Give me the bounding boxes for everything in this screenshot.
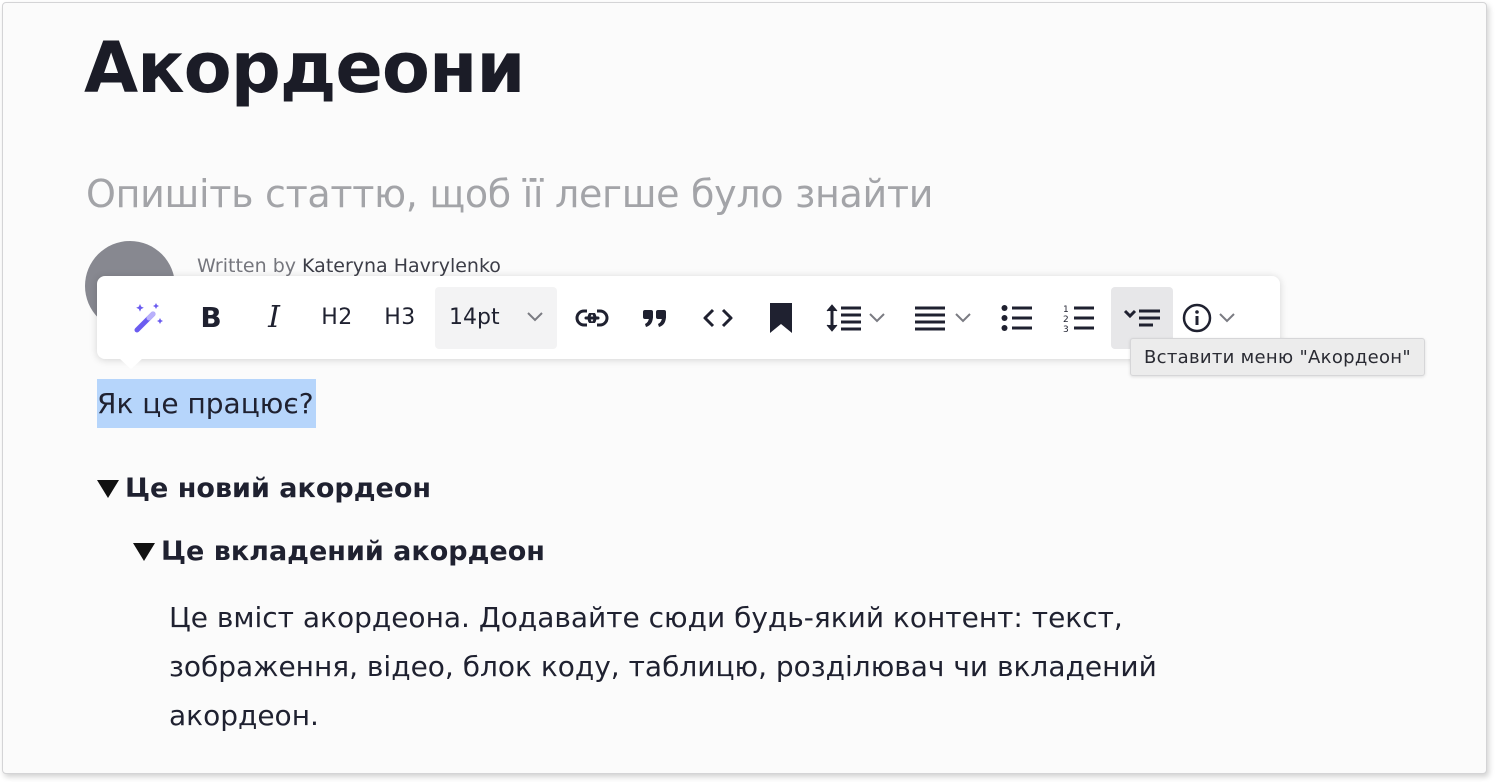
svg-text:2: 2 [1063,315,1069,325]
numbered-list-icon: 1 2 3 [1063,303,1095,333]
selected-paragraph[interactable]: Як це працює? [97,379,316,428]
accordion-summary-text: Це новий акордеон [125,473,432,504]
chevron-down-icon [1218,312,1236,324]
article-description-input[interactable]: Опишіть статтю, щоб її легше було знайти [86,169,933,219]
numbered-list-button[interactable]: 1 2 3 [1047,287,1111,349]
line-height-icon [826,303,862,333]
triangle-down-icon [97,479,119,498]
bold-button[interactable]: B [179,287,243,349]
magic-wand-icon [130,300,166,336]
editor-window: Акордеони Опишіть статтю, щоб її легше б… [2,2,1487,774]
font-size-value: 14pt [449,305,500,330]
bookmark-icon [769,302,793,334]
article-title[interactable]: Акордеони [84,25,525,111]
author-name: Kateryna Havrylenko [302,255,501,277]
accordion-tooltip: Вставити меню "Акордеон" [1130,338,1425,376]
code-button[interactable] [687,287,749,349]
link-icon [575,308,609,328]
nested-accordion-summary[interactable]: Це вкладений акордеон [133,536,545,567]
line-height-dropdown[interactable] [813,287,899,349]
nested-accordion-body[interactable]: Це вміст акордеона. Додавайте сюди будь-… [169,593,1289,740]
bold-icon: B [200,301,222,334]
align-icon [914,305,946,331]
link-button[interactable] [561,287,623,349]
formatting-toolbar: B I H2 H3 14pt 1 2 3 [97,276,1280,369]
italic-button[interactable]: I [243,287,305,349]
svg-text:1: 1 [1063,305,1069,315]
chevron-down-icon [954,312,972,324]
quote-button[interactable] [623,287,687,349]
written-by-label: Written by [197,255,296,277]
accordion-icon [1123,306,1161,330]
font-size-select[interactable]: 14pt [435,286,557,349]
align-dropdown[interactable] [899,287,987,349]
italic-icon: I [268,300,280,335]
quote-icon [641,307,669,329]
info-icon [1182,303,1212,333]
heading-2-button[interactable]: H2 [305,287,369,349]
bookmark-button[interactable] [749,287,813,349]
code-icon [702,307,734,329]
triangle-down-icon [133,542,155,561]
chevron-down-icon [525,305,545,330]
nested-accordion-summary-text: Це вкладений акордеон [161,536,545,567]
accordion-summary[interactable]: Це новий акордеон [97,473,431,504]
svg-text:3: 3 [1063,325,1069,333]
ai-assist-button[interactable] [117,287,179,349]
bullet-list-button[interactable] [987,287,1047,349]
bullet-list-icon [1001,304,1033,332]
heading-3-button[interactable]: H3 [369,287,431,349]
chevron-down-icon [868,312,886,324]
